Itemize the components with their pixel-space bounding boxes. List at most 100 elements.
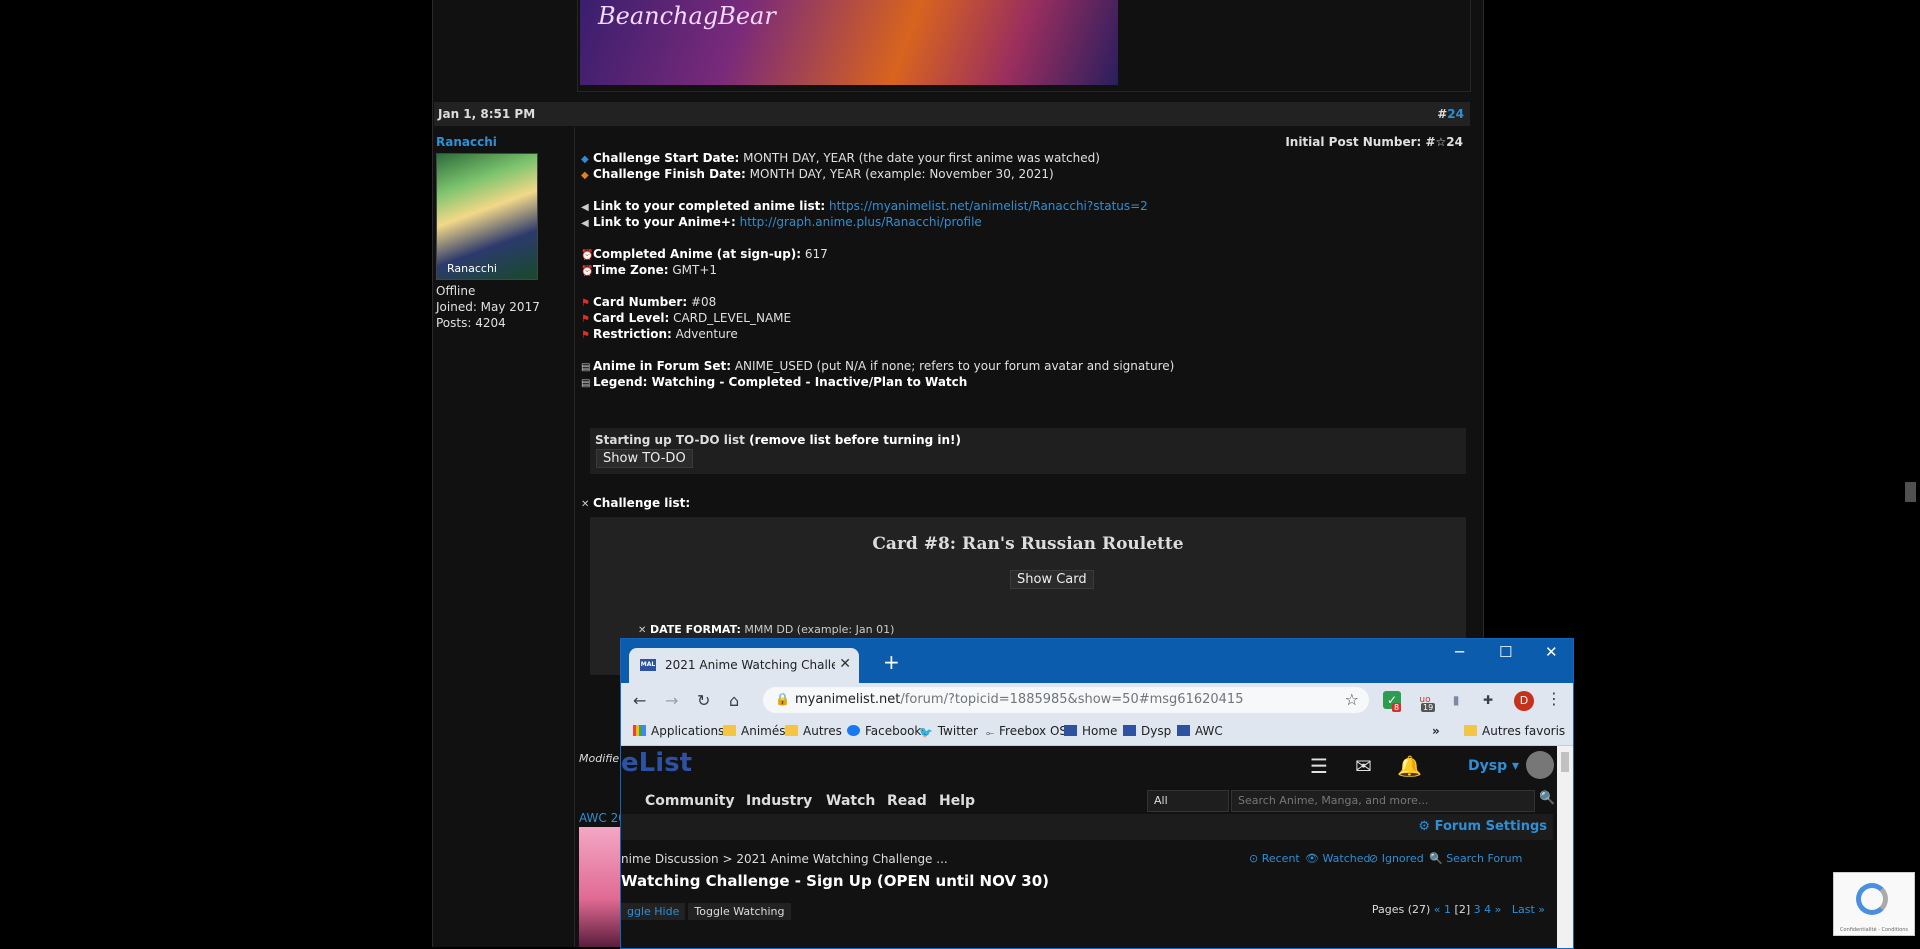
card-level-line: ⚑ Card Level: CARD_LEVEL_NAME <box>581 310 1467 326</box>
reload-icon[interactable]: ↻ <box>697 691 710 710</box>
modified-note: Modifie <box>579 752 620 765</box>
show-card-button[interactable]: Show Card <box>1010 570 1094 589</box>
recaptcha-icon <box>1856 883 1888 915</box>
bookmark-animes[interactable]: Animés <box>723 724 785 738</box>
user-menu[interactable]: Dysp ▾ <box>1468 758 1519 774</box>
bookmark-dysp[interactable]: Dysp <box>1123 724 1171 738</box>
pagination: Pages (27) « 1 [2] 3 4 » Last » <box>1371 903 1545 916</box>
recent-link[interactable]: ⊙ Recent <box>1249 852 1300 865</box>
browser-tab[interactable]: MAL 2021 Anime Watching Challenge - Si ✕ <box>629 648 859 683</box>
anime-list-link[interactable]: https://myanimelist.net/animelist/Ranacc… <box>829 199 1148 213</box>
animeplus-link[interactable]: http://graph.anime.plus/Ranacchi/profile <box>740 215 982 229</box>
page-last-link[interactable]: Last » <box>1512 903 1545 916</box>
search-forum-link[interactable]: 🔍 Search Forum <box>1429 852 1522 865</box>
new-tab-button[interactable]: + <box>883 650 900 674</box>
date-format-line: ✕ DATE FORMAT: MMM DD (example: Jan 01) <box>638 623 895 636</box>
page-next-links[interactable]: 3 4 » <box>1474 903 1502 916</box>
mail-icon[interactable]: ✉ <box>1355 754 1372 778</box>
toggle-hide-button[interactable]: ggle Hide <box>621 903 686 920</box>
animeplus-link-line: ◀ Link to your Anime+: http://graph.anime… <box>581 214 1467 230</box>
red-flag-icon: ⚑ <box>581 330 590 341</box>
popup-scrollbar-thumb[interactable] <box>1561 752 1569 772</box>
folder-icon <box>723 725 736 736</box>
legend-line: ▤ Legend: Watching - Completed - Inactive… <box>581 374 1467 390</box>
menu-kebab-icon[interactable]: ⋮ <box>1546 689 1562 708</box>
title-bar: MAL 2021 Anime Watching Challenge - Si ✕… <box>621 639 1573 683</box>
list-icon[interactable]: ☰ <box>1310 754 1328 778</box>
search-input[interactable]: Search Anime, Manga, and more... <box>1231 790 1535 812</box>
challenge-list-label: ✕ Challenge list: <box>581 496 691 510</box>
recaptcha-badge[interactable]: Confidentialité - Conditions <box>1833 872 1915 936</box>
browser-toolbar: ← → ↻ ⌂ 🔒 myanimelist.net/forum/?topicid… <box>621 683 1573 717</box>
post-number-link[interactable]: 24 <box>1447 107 1464 121</box>
bookmark-awc[interactable]: AWC <box>1177 724 1223 738</box>
maximize-icon[interactable]: ☐ <box>1499 643 1512 661</box>
close-tab-icon[interactable]: ✕ <box>839 656 851 672</box>
next-post-author[interactable]: AWC 20 <box>579 811 626 825</box>
bookmark-other[interactable]: Autres favoris <box>1464 724 1565 738</box>
forum-settings-link[interactable]: ⚙ Forum Settings <box>1418 819 1547 834</box>
browser-window: MAL 2021 Anime Watching Challenge - Si ✕… <box>620 638 1574 949</box>
back-icon[interactable]: ← <box>633 691 646 710</box>
ublock-badge: 19 <box>1421 703 1436 712</box>
search-icon[interactable]: 🔍 <box>1539 791 1555 806</box>
post-number: #24 <box>1437 107 1464 121</box>
forum-set-line: ▤ Anime in Forum Set: ANIME_USED (put N/A… <box>581 358 1467 374</box>
extension-badge: 8 <box>1392 703 1402 712</box>
popup-scrollbar[interactable] <box>1557 746 1573 948</box>
stats-extension-icon[interactable]: ▮ <box>1447 691 1465 709</box>
initial-post-number: Initial Post Number: #☆24 <box>1285 135 1463 149</box>
mal-icon <box>1064 725 1077 736</box>
profile-avatar[interactable]: D <box>1514 691 1534 711</box>
author-posts: Posts: 4204 <box>436 316 506 330</box>
signature-text: BeanchagBear <box>598 2 776 30</box>
minimize-icon[interactable]: ─ <box>1455 643 1464 661</box>
completed-line: ⏰Completed Anime (at sign-up): 617 <box>581 246 1467 262</box>
folder-icon <box>785 725 798 736</box>
close-window-icon[interactable]: ✕ <box>1545 643 1558 661</box>
toggle-watching-button[interactable]: Toggle Watching <box>688 903 791 920</box>
address-bar[interactable]: 🔒 myanimelist.net/forum/?topicid=1885985… <box>763 687 1369 713</box>
bookmark-facebook[interactable]: Facebook <box>847 724 921 738</box>
nav-community[interactable]: Community <box>645 793 735 809</box>
show-todo-button[interactable]: Show TO-DO <box>596 449 693 468</box>
nav-industry[interactable]: Industry <box>746 793 812 809</box>
forum-settings-bar: ⚙ Forum Settings <box>621 814 1553 840</box>
restriction-line: ⚑ Restriction: Adventure <box>581 326 1467 342</box>
post-author: Ranacchi Ranacchi Offline Joined: May 20… <box>436 134 576 331</box>
author-avatar[interactable]: Ranacchi <box>436 153 538 280</box>
breadcrumb[interactable]: nime Discussion > 2021 Anime Watching Ch… <box>621 852 948 866</box>
watched-link[interactable]: 👁 Watched <box>1305 852 1370 865</box>
scroll-icon: ▤ <box>581 378 591 389</box>
bookmark-applications[interactable]: Applications <box>633 724 724 738</box>
page-scrollbar-thumb[interactable] <box>1905 482 1916 502</box>
home-icon[interactable]: ⌂ <box>729 691 739 710</box>
page-prev-link[interactable]: « 1 <box>1434 903 1451 916</box>
bookmark-autres[interactable]: Autres <box>785 724 842 738</box>
todo-label: Starting up TO-DO list (remove list befo… <box>595 433 961 447</box>
mal-logo[interactable]: eList <box>621 748 692 778</box>
nav-help[interactable]: Help <box>939 793 975 809</box>
forward-icon[interactable]: → <box>665 691 678 710</box>
search-scope-select[interactable]: All <box>1147 790 1229 812</box>
page-current: [2] <box>1454 903 1471 916</box>
mal-header: eList ☰ ✉ 🔔 Dysp ▾ <box>621 746 1554 786</box>
nav-read[interactable]: Read <box>887 793 927 809</box>
next-post-avatar[interactable] <box>579 827 621 947</box>
bookmark-star-icon[interactable]: ☆ <box>1345 690 1359 709</box>
bookmarks-bar: Applications Animés Autres Facebook 🐦 Twi… <box>621 717 1573 746</box>
nav-watch[interactable]: Watch <box>826 793 875 809</box>
ignored-link[interactable]: ⊘ Ignored <box>1369 852 1424 865</box>
bookmark-twitter[interactable]: 🐦 Twitter <box>919 724 978 739</box>
url-text: myanimelist.net/forum/?topicid=1885985&s… <box>795 692 1244 707</box>
bell-icon[interactable]: 🔔 <box>1397 754 1422 778</box>
crossed-swords-icon: ✕ <box>581 499 590 510</box>
apps-grid-icon <box>633 725 646 736</box>
lock-icon: 🔒 <box>775 692 790 706</box>
puzzle-icon[interactable]: ✚ <box>1479 691 1497 709</box>
more-bookmarks-icon[interactable]: » <box>1432 724 1440 738</box>
user-avatar[interactable] <box>1526 751 1554 779</box>
author-name[interactable]: Ranacchi <box>436 134 576 150</box>
bookmark-freebox[interactable]: ⟜ Freebox OS <box>986 724 1067 739</box>
bookmark-home[interactable]: Home <box>1064 724 1117 738</box>
